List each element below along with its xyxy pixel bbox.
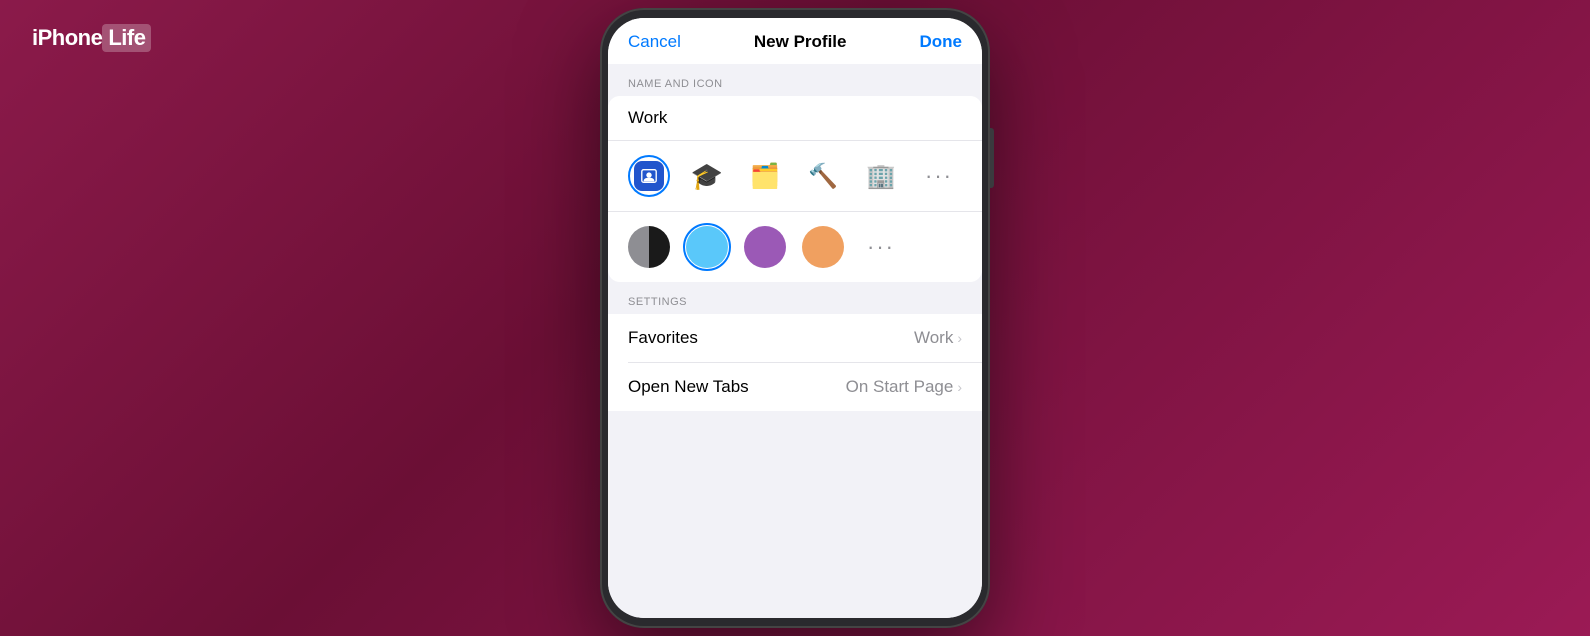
- color-more[interactable]: ···: [860, 226, 902, 268]
- icon-graduation[interactable]: 🎓: [686, 155, 728, 197]
- iphone-life-logo: iPhone Life: [32, 24, 151, 52]
- icon-briefcase[interactable]: 🗂️: [744, 155, 786, 197]
- page-title: New Profile: [754, 32, 847, 52]
- profile-name-input[interactable]: [608, 96, 982, 140]
- phone-screen: Cancel New Profile Done NAME AND ICON: [608, 18, 982, 618]
- more-icons-icon: ···: [925, 163, 953, 189]
- favorites-value: Work: [914, 328, 953, 348]
- color-orange[interactable]: [802, 226, 844, 268]
- favorites-label: Favorites: [628, 328, 698, 348]
- icon-row: 🎓 🗂️ 🔨 🏢: [608, 141, 982, 211]
- settings-section: SETTINGS Favorites Work › Open New Tabs: [608, 282, 982, 411]
- name-and-icon-section: NAME AND ICON: [608, 64, 982, 282]
- content-scroll: NAME AND ICON: [608, 64, 982, 618]
- icon-hammer[interactable]: 🔨: [802, 155, 844, 197]
- logo-iphone-text: iPhone: [32, 25, 102, 51]
- open-new-tabs-row[interactable]: Open New Tabs On Start Page ›: [608, 363, 982, 411]
- name-icon-card: 🎓 🗂️ 🔨 🏢: [608, 96, 982, 282]
- name-and-icon-label: NAME AND ICON: [608, 64, 982, 96]
- favorites-row[interactable]: Favorites Work ›: [608, 314, 982, 362]
- color-purple[interactable]: [744, 226, 786, 268]
- icon-building[interactable]: 🏢: [860, 155, 902, 197]
- person-card-icon: [634, 161, 664, 191]
- nav-bar: Cancel New Profile Done: [608, 18, 982, 64]
- color-blue[interactable]: [686, 226, 728, 268]
- phone-frame: Cancel New Profile Done NAME AND ICON: [600, 8, 990, 628]
- settings-card: Favorites Work › Open New Tabs On Start …: [608, 314, 982, 411]
- favorites-chevron-icon: ›: [957, 330, 962, 346]
- icon-more[interactable]: ···: [918, 155, 960, 197]
- open-new-tabs-value-container: On Start Page ›: [846, 377, 962, 397]
- icon-person-card[interactable]: [628, 155, 670, 197]
- graduation-icon: 🎓: [691, 161, 723, 192]
- open-new-tabs-value: On Start Page: [846, 377, 954, 397]
- logo-life-text: Life: [102, 24, 151, 52]
- color-row: ···: [608, 212, 982, 282]
- more-colors-icon: ···: [867, 234, 895, 260]
- hammer-icon: 🔨: [808, 162, 838, 191]
- building-icon: 🏢: [866, 162, 896, 191]
- open-new-tabs-label: Open New Tabs: [628, 377, 749, 397]
- done-button[interactable]: Done: [919, 32, 962, 52]
- favorites-value-container: Work ›: [914, 328, 962, 348]
- settings-label: SETTINGS: [608, 282, 982, 314]
- open-new-tabs-chevron-icon: ›: [957, 379, 962, 395]
- color-dark[interactable]: [628, 226, 670, 268]
- cancel-button[interactable]: Cancel: [628, 32, 681, 52]
- briefcase-icon: 🗂️: [750, 162, 780, 191]
